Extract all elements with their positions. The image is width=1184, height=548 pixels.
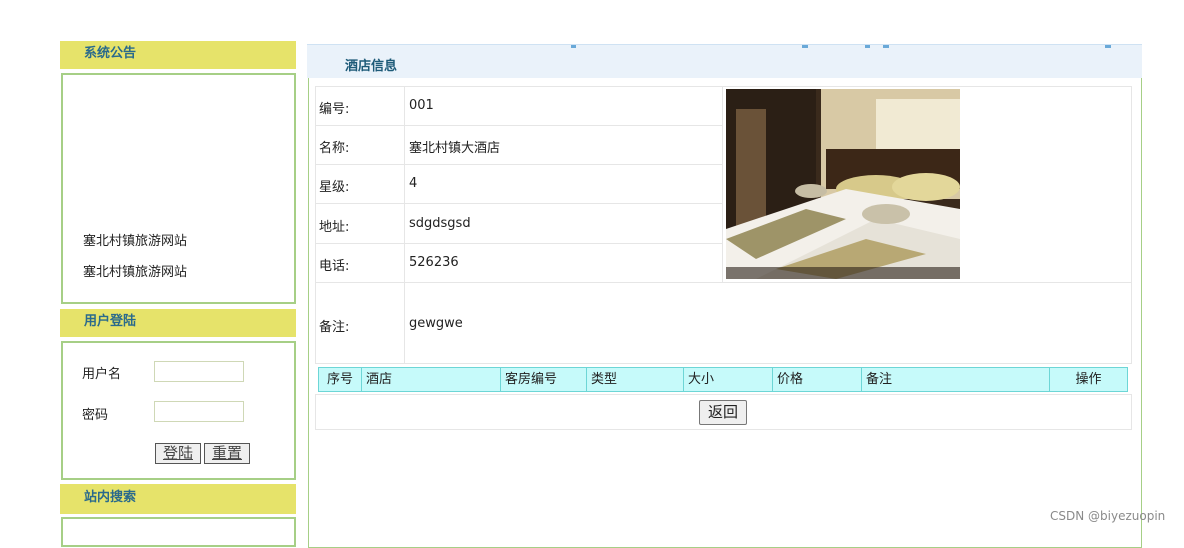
field-value-phone: 526236 bbox=[409, 255, 459, 270]
table-row-divider bbox=[315, 125, 722, 126]
header-tab-mark bbox=[865, 45, 870, 48]
table-col-divider bbox=[722, 86, 723, 282]
field-value-address: sdgdsgsd bbox=[409, 216, 471, 231]
column-header: 酒店 bbox=[362, 368, 501, 391]
field-label-name: 名称: bbox=[319, 141, 350, 156]
field-label-id: 编号: bbox=[319, 102, 350, 117]
header-tab-mark bbox=[883, 45, 889, 48]
field-value-name: 塞北村镇大酒店 bbox=[409, 141, 501, 156]
password-label: 密码 bbox=[82, 408, 109, 423]
notice-panel-title: 系统公告 bbox=[84, 46, 137, 61]
password-input[interactable] bbox=[154, 401, 244, 422]
notice-item[interactable]: 塞北村镇旅游网站 bbox=[83, 261, 187, 280]
table-row-divider bbox=[315, 203, 722, 204]
login-panel-title: 用户登陆 bbox=[84, 314, 137, 329]
back-button[interactable]: 返回 bbox=[699, 400, 747, 425]
column-header: 大小 bbox=[684, 368, 773, 391]
column-header: 客房编号 bbox=[501, 368, 587, 391]
field-value-id: 001 bbox=[409, 98, 434, 113]
column-header: 序号 bbox=[319, 368, 362, 391]
header-tab-mark bbox=[802, 45, 808, 48]
field-label-phone: 电话: bbox=[319, 259, 350, 274]
header-tab-mark bbox=[571, 45, 576, 48]
field-value-remark: gewgwe bbox=[409, 316, 463, 331]
room-table-header: 序号 酒店 客房编号 类型 大小 价格 备注 操作 bbox=[318, 367, 1128, 392]
username-label: 用户名 bbox=[82, 367, 122, 382]
column-header: 备注 bbox=[862, 368, 1050, 391]
table-row-divider bbox=[315, 282, 1132, 283]
field-label-address: 地址: bbox=[319, 220, 350, 235]
main-header: 酒店信息 bbox=[307, 44, 1142, 78]
login-button[interactable]: 登陆 bbox=[155, 443, 201, 464]
login-panel-header: 用户登陆 bbox=[60, 309, 296, 337]
hotel-room-photo bbox=[726, 89, 960, 279]
search-panel-header: 站内搜索 bbox=[60, 484, 296, 514]
search-panel bbox=[61, 517, 296, 547]
header-tab-mark bbox=[1105, 45, 1111, 48]
field-label-remark: 备注: bbox=[319, 320, 350, 335]
column-header: 操作 bbox=[1075, 372, 1102, 387]
username-input[interactable] bbox=[154, 361, 244, 382]
notice-panel-header: 系统公告 bbox=[60, 41, 296, 69]
table-col-divider bbox=[404, 86, 405, 364]
column-header: 价格 bbox=[773, 368, 862, 391]
table-row-divider bbox=[315, 164, 722, 165]
field-label-stars: 星级: bbox=[319, 180, 350, 195]
reset-button[interactable]: 重置 bbox=[204, 443, 250, 464]
field-value-stars: 4 bbox=[409, 176, 418, 191]
search-panel-title: 站内搜索 bbox=[84, 490, 137, 505]
table-row-divider bbox=[315, 243, 722, 244]
watermark: CSDN @biyezuopin bbox=[1050, 509, 1166, 523]
notice-panel: 塞北村镇旅游网站 塞北村镇旅游网站 bbox=[61, 73, 296, 304]
notice-item[interactable]: 塞北村镇旅游网站 bbox=[83, 230, 187, 249]
page-title: 酒店信息 bbox=[345, 59, 398, 74]
column-header: 类型 bbox=[587, 368, 684, 391]
login-panel: 用户名 密码 登陆 重置 bbox=[61, 341, 296, 480]
